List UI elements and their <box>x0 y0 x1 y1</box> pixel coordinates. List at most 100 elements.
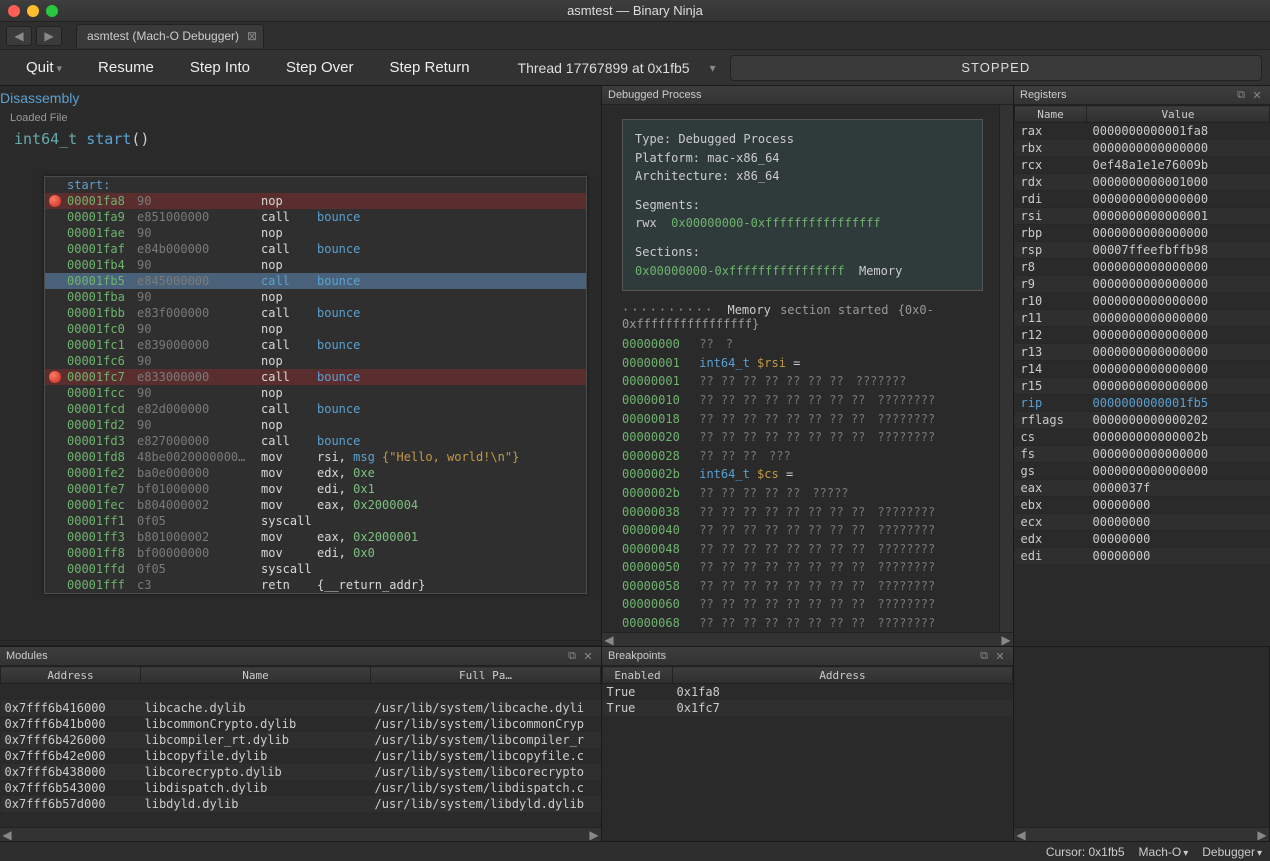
breakpoint-marker[interactable] <box>49 547 61 559</box>
breakpoint-marker[interactable] <box>49 499 61 511</box>
close-icon[interactable]: ✕ <box>1250 89 1264 102</box>
register-row[interactable]: rflags0000000000000202 <box>1015 412 1270 429</box>
breakpoint-marker[interactable] <box>49 515 61 527</box>
nav-back-button[interactable]: ◀ <box>6 26 32 46</box>
breakpoint-marker[interactable] <box>49 467 61 479</box>
modules-table[interactable]: AddressNameFull Pa… 0x7fff6b416000libcac… <box>0 666 601 812</box>
mode-select[interactable]: Debugger▾ <box>1202 845 1262 859</box>
register-row[interactable]: rdi0000000000000000 <box>1015 191 1270 208</box>
quit-button[interactable]: Quit▾ <box>8 53 80 82</box>
asm-row[interactable]: 00001fb5e845000000callbounce <box>45 273 586 289</box>
asm-row[interactable]: 00001fd3e827000000callbounce <box>45 433 586 449</box>
view-mode-disassembly[interactable]: Disassembly <box>0 86 601 106</box>
module-row[interactable]: 0x7fff6b543000libdispatch.dylib/usr/lib/… <box>1 780 601 796</box>
register-row[interactable]: r120000000000000000 <box>1015 327 1270 344</box>
breakpoint-marker[interactable] <box>49 307 61 319</box>
asm-row[interactable]: 00001fe2ba0e000000movedx, 0xe <box>45 465 586 481</box>
breakpoint-marker[interactable] <box>49 419 61 431</box>
asm-row[interactable]: 00001fb490nop <box>45 257 586 273</box>
thread-dropdown-icon[interactable]: ▾ <box>704 61 722 75</box>
step-return-button[interactable]: Step Return <box>371 53 487 82</box>
breakpoint-marker[interactable] <box>49 579 61 591</box>
breakpoints-table[interactable]: EnabledAddressTrue0x1fa8True0x1fc7 <box>602 666 1013 716</box>
breakpoint-marker[interactable] <box>49 483 61 495</box>
asm-row[interactable]: 00001fcde82d000000callbounce <box>45 401 586 417</box>
asm-row[interactable]: 00001fc690nop <box>45 353 586 369</box>
scroll-left-icon[interactable]: ◀ <box>602 633 616 646</box>
register-row[interactable]: eax0000037f <box>1015 480 1270 497</box>
undock-icon[interactable]: ⧉ <box>977 650 991 663</box>
module-row[interactable]: 0x7fff6b438000libcorecrypto.dylib/usr/li… <box>1 764 601 780</box>
asm-listing[interactable]: start:00001fa890nop00001fa9e851000000cal… <box>44 176 587 594</box>
register-row[interactable]: rsp00007ffeefbffb98 <box>1015 242 1270 259</box>
close-icon[interactable]: ✕ <box>993 650 1007 663</box>
module-row[interactable]: 0x7fff6b42e000libcopyfile.dylib/usr/lib/… <box>1 748 601 764</box>
asm-row[interactable]: 00001fa890nop <box>45 193 586 209</box>
scroll-right-icon[interactable]: ▶ <box>999 633 1013 646</box>
step-into-button[interactable]: Step Into <box>172 53 268 82</box>
asm-row[interactable]: 00001fffc3retn {__return_addr} <box>45 577 586 593</box>
horizontal-scrollbar[interactable]: ◀▶ <box>0 827 601 841</box>
breakpoint-marker[interactable] <box>49 531 61 543</box>
module-row[interactable]: 0x7fff6b426000libcompiler_rt.dylib/usr/l… <box>1 732 601 748</box>
asm-row[interactable]: 00001fae90nop <box>45 225 586 241</box>
close-icon[interactable]: ✕ <box>581 650 595 663</box>
register-row[interactable]: fs0000000000000000 <box>1015 446 1270 463</box>
asm-row[interactable]: 00001fc7e833000000callbounce <box>45 369 586 385</box>
register-row[interactable]: edx00000000 <box>1015 531 1270 548</box>
horizontal-scrollbar[interactable]: ◀ ▶ <box>602 632 1013 646</box>
breakpoint-marker[interactable] <box>49 387 61 399</box>
breakpoint-marker[interactable] <box>49 451 61 463</box>
asm-row[interactable]: 00001fcc90nop <box>45 385 586 401</box>
register-row[interactable]: rsi0000000000000001 <box>1015 208 1270 225</box>
breakpoint-row[interactable]: True0x1fc7 <box>603 700 1013 716</box>
view-type-select[interactable]: Mach-O▾ <box>1139 845 1189 859</box>
asm-row[interactable]: 00001fba90nop <box>45 289 586 305</box>
asm-row[interactable]: 00001ff3b801000002moveax, 0x2000001 <box>45 529 586 545</box>
register-row[interactable]: rcx0ef48a1e1e76009b <box>1015 157 1270 174</box>
register-row[interactable]: cs000000000000002b <box>1015 429 1270 446</box>
asm-row[interactable]: 00001fd848be0020000000…movrsi, msg {"Hel… <box>45 449 586 465</box>
memory-hex-view[interactable]: 00000000 ???00000001 int64_t $rsi =00000… <box>622 335 995 632</box>
register-row[interactable]: gs0000000000000000 <box>1015 463 1270 480</box>
breakpoint-marker[interactable] <box>49 275 61 287</box>
register-row[interactable]: rax0000000000001fa8 <box>1015 123 1270 140</box>
step-over-button[interactable]: Step Over <box>268 53 372 82</box>
horizontal-scrollbar[interactable]: ◀▶ <box>1014 827 1269 841</box>
breakpoint-marker[interactable] <box>49 227 61 239</box>
module-row[interactable]: 0x7fff6b41b000libcommonCrypto.dylib/usr/… <box>1 716 601 732</box>
asm-row[interactable]: 00001ff10f05syscall <box>45 513 586 529</box>
breakpoint-marker[interactable] <box>49 355 61 367</box>
breakpoint-marker[interactable] <box>49 435 61 447</box>
register-row[interactable]: ebx00000000 <box>1015 497 1270 514</box>
asm-row[interactable]: 00001fc1e839000000callbounce <box>45 337 586 353</box>
module-row[interactable]: 0x7fff6b416000libcache.dylib/usr/lib/sys… <box>1 700 601 716</box>
asm-row[interactable]: 00001fecb804000002moveax, 0x2000004 <box>45 497 586 513</box>
undock-icon[interactable]: ⧉ <box>565 650 579 663</box>
asm-row[interactable]: 00001fbbe83f000000callbounce <box>45 305 586 321</box>
register-row[interactable]: rbp0000000000000000 <box>1015 225 1270 242</box>
register-row[interactable]: rbx0000000000000000 <box>1015 140 1270 157</box>
breakpoint-marker[interactable] <box>49 211 61 223</box>
breakpoint-row[interactable]: True0x1fa8 <box>603 684 1013 700</box>
register-row[interactable]: ecx00000000 <box>1015 514 1270 531</box>
asm-row[interactable]: 00001ffd0f05syscall <box>45 561 586 577</box>
breakpoint-marker[interactable] <box>49 563 61 575</box>
register-row[interactable]: rip0000000000001fb5 <box>1015 395 1270 412</box>
breakpoint-marker[interactable] <box>49 259 61 271</box>
asm-row[interactable]: 00001fe7bf01000000movedi, 0x1 <box>45 481 586 497</box>
register-row[interactable]: r130000000000000000 <box>1015 344 1270 361</box>
breakpoint-marker[interactable] <box>49 291 61 303</box>
breakpoint-marker[interactable] <box>49 195 61 207</box>
register-row[interactable]: r150000000000000000 <box>1015 378 1270 395</box>
register-row[interactable]: r100000000000000000 <box>1015 293 1270 310</box>
asm-row[interactable]: 00001ff8bf00000000movedi, 0x0 <box>45 545 586 561</box>
vertical-scrollbar[interactable] <box>999 105 1013 632</box>
asm-row[interactable]: 00001fafe84b000000callbounce <box>45 241 586 257</box>
register-row[interactable]: edi00000000 <box>1015 548 1270 565</box>
asm-row[interactable]: 00001fa9e851000000callbounce <box>45 209 586 225</box>
breakpoint-marker[interactable] <box>49 403 61 415</box>
register-row[interactable]: r90000000000000000 <box>1015 276 1270 293</box>
register-row[interactable]: r80000000000000000 <box>1015 259 1270 276</box>
close-icon[interactable]: ⊠ <box>247 29 257 43</box>
